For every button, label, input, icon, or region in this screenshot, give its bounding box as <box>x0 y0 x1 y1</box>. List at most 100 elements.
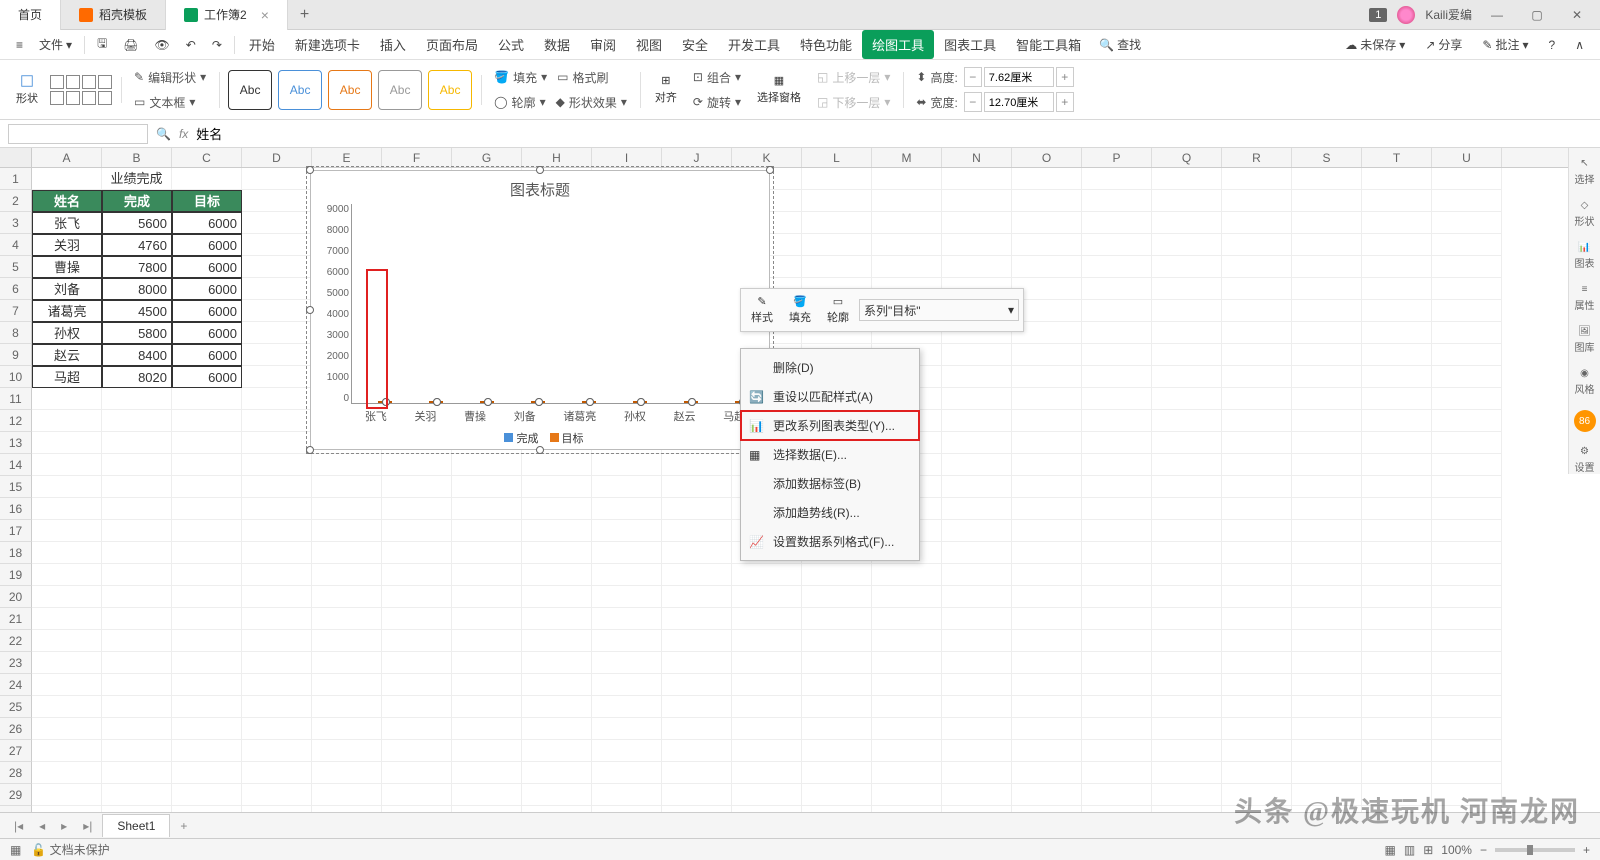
cell[interactable] <box>1152 344 1222 366</box>
cell[interactable] <box>942 674 1012 696</box>
cell[interactable] <box>1362 586 1432 608</box>
cell[interactable] <box>1012 542 1082 564</box>
cell[interactable] <box>1432 344 1502 366</box>
print-icon[interactable]: 🖨 <box>115 34 146 56</box>
cell[interactable] <box>872 630 942 652</box>
cell[interactable] <box>592 520 662 542</box>
cell[interactable] <box>1012 652 1082 674</box>
cell[interactable] <box>312 630 382 652</box>
cell[interactable] <box>102 652 172 674</box>
cell[interactable] <box>1152 234 1222 256</box>
cell[interactable] <box>452 652 522 674</box>
cell[interactable] <box>382 542 452 564</box>
cell[interactable] <box>242 256 312 278</box>
cell[interactable]: 6000 <box>172 366 242 388</box>
cell[interactable] <box>242 344 312 366</box>
review-button[interactable]: ✎ 批注 ▾ <box>1474 32 1536 57</box>
grid-icon[interactable]: ▦ <box>10 843 21 857</box>
cell[interactable] <box>1432 322 1502 344</box>
cell[interactable] <box>1362 278 1432 300</box>
cell[interactable] <box>102 432 172 454</box>
style-preset-5[interactable]: Abc <box>428 70 472 110</box>
cell[interactable]: 6000 <box>172 300 242 322</box>
cell[interactable] <box>242 564 312 586</box>
cell[interactable] <box>942 344 1012 366</box>
cell[interactable] <box>872 234 942 256</box>
cell[interactable] <box>172 454 242 476</box>
cell[interactable] <box>1362 476 1432 498</box>
cell[interactable] <box>592 454 662 476</box>
height-decrease[interactable]: − <box>964 67 982 87</box>
sidebar-select[interactable]: ↖选择 <box>1575 158 1595 186</box>
row-header[interactable]: 5 <box>0 256 32 278</box>
cell[interactable] <box>382 476 452 498</box>
col-header[interactable]: D <box>242 148 312 167</box>
cell[interactable] <box>1222 586 1292 608</box>
cell[interactable] <box>242 212 312 234</box>
menu-tab-10[interactable]: 特色功能 <box>790 30 862 59</box>
cell[interactable] <box>1432 432 1502 454</box>
cell[interactable] <box>312 476 382 498</box>
cell[interactable] <box>102 696 172 718</box>
cell[interactable] <box>382 718 452 740</box>
cell[interactable] <box>1432 278 1502 300</box>
cell[interactable] <box>872 762 942 784</box>
row-header[interactable]: 7 <box>0 300 32 322</box>
cell[interactable] <box>1362 322 1432 344</box>
cell[interactable] <box>1292 212 1362 234</box>
add-tab-button[interactable]: + <box>288 6 321 24</box>
cell[interactable] <box>242 300 312 322</box>
cell[interactable] <box>102 454 172 476</box>
cell[interactable] <box>662 608 732 630</box>
cell[interactable] <box>942 212 1012 234</box>
cell[interactable] <box>32 542 102 564</box>
sheet-nav-prev[interactable]: ◂ <box>33 817 51 835</box>
cell[interactable] <box>1082 278 1152 300</box>
cell[interactable] <box>1012 630 1082 652</box>
cell[interactable] <box>312 696 382 718</box>
cell[interactable] <box>1432 586 1502 608</box>
cell[interactable] <box>1082 212 1152 234</box>
cell[interactable]: 8400 <box>102 344 172 366</box>
cell[interactable] <box>802 212 872 234</box>
cell[interactable] <box>1292 168 1362 190</box>
cell[interactable] <box>872 586 942 608</box>
cell[interactable] <box>1362 366 1432 388</box>
cell[interactable] <box>802 564 872 586</box>
formula-input[interactable] <box>196 126 1592 141</box>
cell[interactable] <box>1152 718 1222 740</box>
cell[interactable] <box>452 608 522 630</box>
outline-button[interactable]: ◯ 轮廓 ▾ ◆ 形状效果 ▾ <box>490 92 631 113</box>
cell[interactable] <box>942 784 1012 806</box>
cell[interactable] <box>312 784 382 806</box>
cell[interactable] <box>242 168 312 190</box>
cell[interactable]: 7800 <box>102 256 172 278</box>
row-header[interactable]: 22 <box>0 630 32 652</box>
cell[interactable] <box>732 586 802 608</box>
col-header[interactable]: C <box>172 148 242 167</box>
cell[interactable] <box>452 630 522 652</box>
cell[interactable] <box>1152 498 1222 520</box>
cell[interactable] <box>522 542 592 564</box>
sheet-tab[interactable]: Sheet1 <box>102 814 170 837</box>
tab-home[interactable]: 首页 <box>0 0 61 30</box>
col-header[interactable]: U <box>1432 148 1502 167</box>
text-box-button[interactable]: ▭ 文本框 ▾ <box>130 92 199 113</box>
cell[interactable] <box>1432 740 1502 762</box>
cell[interactable] <box>592 652 662 674</box>
cell[interactable] <box>1082 520 1152 542</box>
cell[interactable] <box>662 586 732 608</box>
cell[interactable] <box>872 718 942 740</box>
cell[interactable] <box>242 740 312 762</box>
cell[interactable] <box>1082 498 1152 520</box>
cell[interactable] <box>1012 168 1082 190</box>
cell[interactable] <box>1222 168 1292 190</box>
cell[interactable] <box>1362 652 1432 674</box>
cell[interactable]: 关羽 <box>32 234 102 256</box>
menu-tab-7[interactable]: 视图 <box>626 30 672 59</box>
cell[interactable] <box>32 498 102 520</box>
cell[interactable] <box>1082 762 1152 784</box>
cell[interactable] <box>662 652 732 674</box>
menu-tab-8[interactable]: 安全 <box>672 30 718 59</box>
cell[interactable] <box>1292 498 1362 520</box>
